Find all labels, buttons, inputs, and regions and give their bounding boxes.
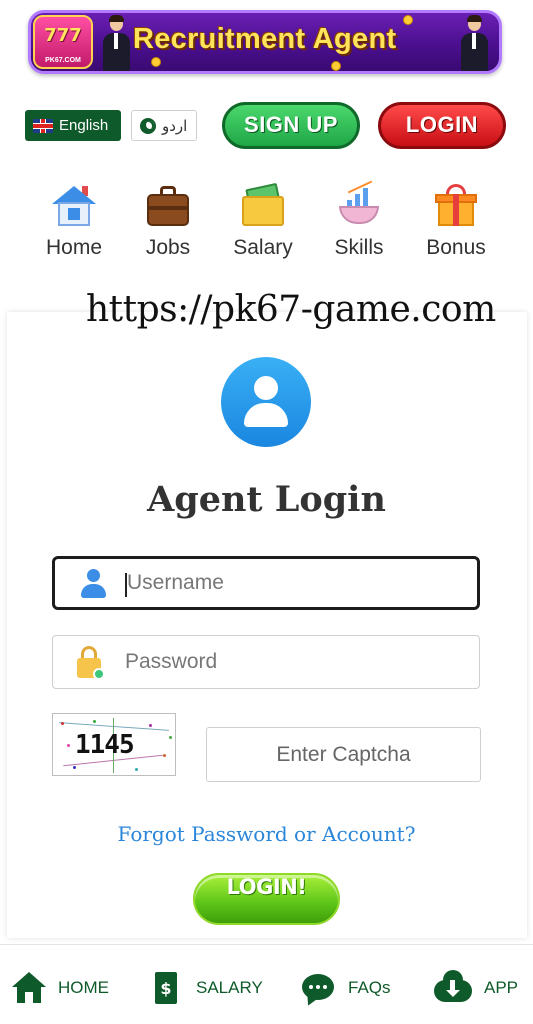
home-icon	[12, 972, 46, 1004]
bottom-nav-salary[interactable]: $ SALARY	[150, 971, 263, 1005]
nav-label: Skills	[334, 236, 384, 259]
language-english-label: English	[59, 117, 109, 134]
logo-site-text: PK67.COM	[45, 57, 81, 64]
language-urdu-label: اردو	[162, 117, 188, 135]
bottom-nav-faqs[interactable]: FAQs	[302, 971, 391, 1005]
header-login-button[interactable]: LOGIN	[378, 102, 506, 149]
agent-figure-left	[101, 15, 131, 71]
salary-document-icon: $	[150, 972, 184, 1004]
bottom-nav-home[interactable]: HOME	[12, 971, 109, 1005]
coin-decoration	[403, 15, 413, 25]
bottom-nav-label: APP	[484, 978, 519, 997]
chat-bubble-icon	[302, 972, 336, 1004]
coin-decoration	[331, 61, 341, 71]
bottom-nav-label: HOME	[58, 978, 109, 997]
page-title: Agent Login	[147, 479, 386, 520]
pk67-logo: 777 PK67.COM	[33, 15, 93, 69]
bottom-nav-label: FAQs	[348, 978, 391, 997]
nav-label: Salary	[233, 236, 293, 259]
briefcase-icon	[144, 182, 192, 230]
chart-icon	[335, 180, 383, 230]
captcha-text: 1145	[75, 730, 135, 760]
nav-item-skills[interactable]: Skills	[314, 180, 404, 260]
nav-item-jobs[interactable]: Jobs	[123, 182, 213, 260]
pakistan-flag-icon	[140, 117, 156, 134]
bottom-nav-app[interactable]: APP	[434, 970, 519, 1005]
cloud-download-icon	[434, 970, 472, 1004]
lock-icon	[75, 646, 105, 680]
bottom-nav-label: SALARY	[196, 978, 263, 997]
gift-icon	[432, 182, 480, 230]
username-field[interactable]	[52, 556, 480, 610]
forgot-password-link[interactable]: Forgot Password or Account?	[0, 822, 533, 846]
nav-label: Home	[45, 236, 103, 259]
captcha-field[interactable]	[206, 727, 481, 782]
recruitment-agent-banner[interactable]: 777 PK67.COM Recruitment Agent	[28, 10, 502, 74]
nav-label: Jobs	[145, 236, 191, 259]
money-envelope-icon	[239, 182, 287, 230]
password-input[interactable]	[125, 636, 465, 688]
home-icon	[50, 182, 98, 230]
bottom-nav-bar: HOME $ SALARY FAQs APP	[0, 944, 533, 1024]
login-submit-button[interactable]: LOGIN!	[193, 873, 340, 925]
signup-button[interactable]: SIGN UP	[222, 102, 360, 149]
language-english-button[interactable]: English	[25, 110, 121, 141]
username-input[interactable]	[127, 559, 467, 607]
password-field[interactable]	[52, 635, 480, 689]
nav-item-salary[interactable]: Salary	[218, 182, 308, 260]
nav-item-bonus[interactable]: Bonus	[411, 182, 501, 260]
captcha-image[interactable]: 1145	[52, 713, 176, 776]
captcha-input[interactable]	[207, 728, 480, 781]
coin-decoration	[151, 57, 161, 67]
watermark-url: https://pk67-game.com	[86, 289, 496, 330]
user-icon	[79, 569, 107, 601]
uk-flag-icon	[33, 118, 53, 133]
main-nav: Home Jobs Salary Skills Bonus	[0, 180, 533, 272]
logo-number: 777	[44, 25, 82, 46]
nav-item-home[interactable]: Home	[29, 182, 119, 260]
language-urdu-button[interactable]: اردو	[131, 110, 197, 141]
agent-figure-right	[459, 15, 489, 71]
banner-title: Recruitment Agent	[133, 23, 397, 55]
nav-label: Bonus	[426, 236, 486, 259]
user-avatar-icon	[221, 357, 311, 447]
